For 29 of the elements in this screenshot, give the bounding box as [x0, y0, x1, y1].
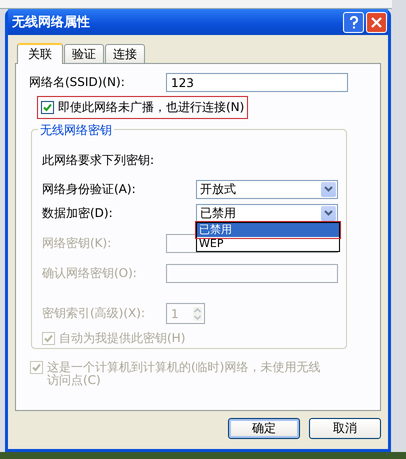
- tab[interactable]: 连接: [105, 44, 145, 63]
- field-label: 数据加密(D):: [42, 204, 114, 222]
- window-title: 无线网络属性: [12, 14, 91, 31]
- check-icon: [32, 363, 41, 372]
- dropdown[interactable]: 开放式: [196, 180, 338, 198]
- tab[interactable]: 关联: [17, 43, 63, 64]
- help-button[interactable]: [343, 12, 364, 32]
- dropdown-option[interactable]: 已禁用: [197, 222, 339, 236]
- field-label: 网络密钥(K):: [42, 234, 112, 252]
- question-icon: [348, 16, 358, 28]
- checkbox-label: 自动为我提供此密钥(H): [59, 330, 186, 347]
- field-label: 网络身份验证(A):: [42, 180, 137, 198]
- spin-arrows-icon: [193, 306, 202, 320]
- input-field[interactable]: 123: [166, 73, 348, 92]
- instruction-text: 此网络要求下列密钥:: [42, 152, 156, 169]
- tab[interactable]: 验证: [64, 44, 104, 63]
- field-label: 确认网络密钥(O):: [42, 264, 138, 282]
- close-button[interactable]: [366, 12, 387, 32]
- field-label: 密钥索引(高级)(X):: [42, 305, 146, 322]
- dialog-button[interactable]: 取消: [309, 418, 381, 439]
- check-icon: [43, 103, 52, 112]
- checkbox[interactable]: [41, 101, 54, 114]
- field-label: 网络名(SSID)(N):: [29, 74, 126, 91]
- dropdown-option[interactable]: WEP: [197, 236, 339, 250]
- checkbox-label: 这是一个计算机到计算机的(临时)网络，未使用无线访问点(C): [47, 361, 322, 387]
- checkbox-label: 即使此网络未广播，也进行连接(N): [58, 99, 244, 116]
- dialog-button[interactable]: 确定: [228, 418, 300, 439]
- close-icon: [371, 16, 382, 28]
- check-icon: [44, 334, 53, 343]
